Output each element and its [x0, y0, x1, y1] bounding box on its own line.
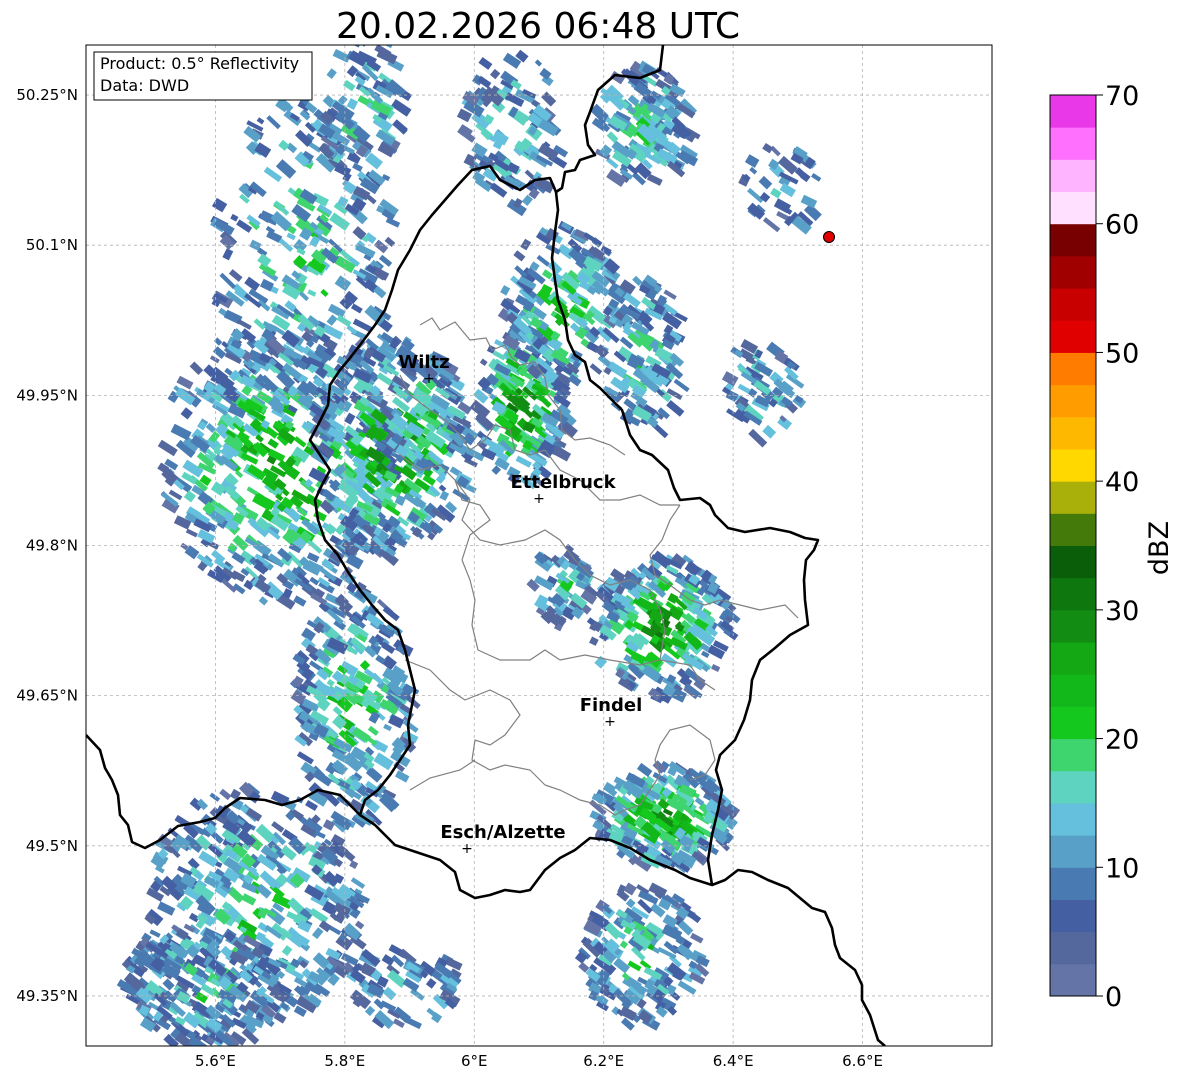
lat-tick-label: 50.1°N [26, 236, 78, 254]
colorbar-swatch [1050, 95, 1096, 128]
colorbar-swatch [1050, 674, 1096, 707]
info-box: Product: 0.5° Reflectivity Data: DWD [93, 51, 313, 101]
colorbar: 0 10 20 30 40 50 60 70 dBZ [1049, 81, 1175, 1013]
lat-tick-label: 50.25°N [16, 86, 78, 104]
colorbar-swatch [1050, 802, 1096, 836]
colorbar-swatch [1050, 384, 1096, 418]
colorbar-swatch [1050, 191, 1096, 225]
colorbar-swatch [1050, 481, 1096, 514]
lon-tick-label: 6.6°E [842, 1052, 883, 1070]
colorbar-swatch [1050, 738, 1096, 772]
colorbar-swatch [1050, 642, 1096, 675]
city-marker-icon: + [461, 841, 473, 857]
lon-tick-label: 5.8°E [324, 1052, 365, 1070]
city-label-wiltz: Wiltz [398, 352, 449, 373]
colorbar-swatch [1050, 159, 1096, 193]
colorbar-swatch [1050, 545, 1096, 579]
colorbar-swatch [1050, 770, 1096, 804]
colorbar-tick-label: 0 [1105, 982, 1122, 1013]
colorbar-tick-label: 10 [1105, 853, 1139, 884]
colorbar-swatch [1050, 288, 1096, 321]
info-data-source-text: Data: DWD [100, 76, 189, 95]
colorbar-swatch [1050, 867, 1096, 900]
lat-tick-label: 49.5°N [26, 837, 78, 855]
map-axes: Wiltz + Ettelbruck + Findel + Esch/Alzet… [16, 44, 993, 1070]
lat-tick-label: 49.65°N [16, 687, 78, 705]
plot-title: 20.02.2026 06:48 UTC [336, 6, 740, 47]
colorbar-swatch [1050, 609, 1096, 643]
colorbar-swatch [1050, 352, 1096, 386]
colorbar-tick-label: 50 [1105, 338, 1139, 369]
colorbar-swatch [1050, 931, 1096, 965]
lat-tick-label: 49.35°N [16, 987, 78, 1005]
city-marker-icon: + [533, 491, 545, 507]
colorbar-swatch [1050, 513, 1096, 546]
lat-tick-label: 49.95°N [16, 386, 78, 404]
colorbar-tick-label: 30 [1105, 596, 1139, 627]
radar-figure: 20.02.2026 06:48 UTC Wiltz + Ettelbruck … [0, 0, 1184, 1081]
colorbar-swatch [1050, 127, 1096, 160]
colorbar-label: dBZ [1144, 521, 1175, 575]
info-product-text: Product: 0.5° Reflectivity [100, 54, 299, 73]
city-marker-icon: + [604, 714, 616, 730]
city-label-esch-alzette: Esch/Alzette [440, 822, 565, 843]
lon-tick-label: 6°E [461, 1052, 488, 1070]
colorbar-swatches [1050, 95, 1096, 997]
colorbar-swatch [1050, 835, 1096, 868]
city-label-findel: Findel [580, 695, 643, 716]
colorbar-tick-label: 70 [1105, 81, 1139, 112]
lat-tick-label: 49.8°N [26, 537, 78, 555]
colorbar-swatch [1050, 577, 1096, 611]
figure-canvas: 20.02.2026 06:48 UTC Wiltz + Ettelbruck … [16, 6, 1175, 1070]
colorbar-ticks: 0 10 20 30 40 50 60 70 [1096, 81, 1139, 1013]
radar-site-marker [823, 231, 835, 243]
colorbar-swatch [1050, 963, 1096, 997]
colorbar-swatch [1050, 899, 1096, 933]
colorbar-swatch [1050, 223, 1096, 257]
lon-tick-label: 6.2°E [583, 1052, 624, 1070]
city-marker-icon: + [423, 371, 435, 387]
colorbar-swatch [1050, 416, 1096, 450]
colorbar-swatch [1050, 255, 1096, 289]
colorbar-swatch [1050, 320, 1096, 353]
colorbar-tick-label: 20 [1105, 725, 1139, 756]
colorbar-swatch [1050, 706, 1096, 740]
lon-tick-label: 5.6°E [195, 1052, 236, 1070]
colorbar-tick-label: 40 [1105, 467, 1139, 498]
colorbar-swatch [1050, 448, 1096, 482]
lon-tick-label: 6.4°E [713, 1052, 754, 1070]
city-label-ettelbruck: Ettelbruck [510, 472, 616, 493]
colorbar-tick-label: 60 [1105, 210, 1139, 241]
